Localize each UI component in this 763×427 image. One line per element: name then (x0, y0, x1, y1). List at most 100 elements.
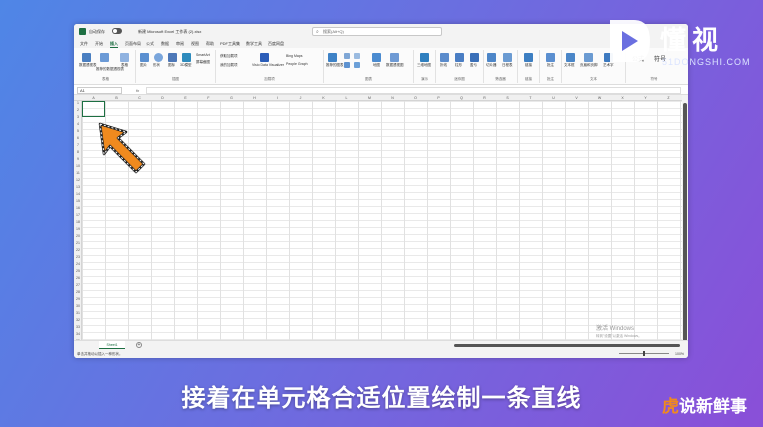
column-header[interactable]: P (427, 96, 450, 100)
column-header[interactable]: U (542, 96, 565, 100)
column-header[interactable]: C (128, 96, 151, 100)
row-header[interactable]: 1 (74, 101, 82, 105)
column-header[interactable]: V (565, 96, 588, 100)
row-header[interactable]: 9 (74, 157, 82, 161)
tab-view[interactable]: 视图 (191, 41, 199, 47)
autosave-toggle[interactable] (112, 28, 122, 34)
row-header[interactable]: 2 (74, 108, 82, 112)
row-header[interactable]: 23 (74, 255, 82, 259)
row-header[interactable]: 22 (74, 248, 82, 252)
tab-home[interactable]: 开始 (95, 41, 103, 47)
zoom-slider[interactable] (619, 351, 669, 356)
column-header[interactable]: K (312, 96, 335, 100)
row-header[interactable]: 18 (74, 220, 82, 224)
horizontal-scrollbar[interactable] (454, 344, 680, 347)
tab-formulas[interactable]: 公式 (146, 41, 154, 47)
row-header[interactable]: 26 (74, 276, 82, 280)
vertical-scrollbar[interactable] (682, 95, 688, 347)
column-chart-icon[interactable] (344, 53, 350, 59)
cell-grid[interactable] (82, 101, 682, 347)
tab-help[interactable]: 帮助 (206, 41, 214, 47)
column-header[interactable]: W (588, 96, 611, 100)
row-header[interactable]: 29 (74, 297, 82, 301)
column-header[interactable]: H (243, 96, 266, 100)
row-header[interactable]: 15 (74, 199, 82, 203)
sparkline-column-icon[interactable] (455, 53, 464, 62)
row-header[interactable]: 7 (74, 143, 82, 147)
selected-cell-a1[interactable] (82, 101, 105, 117)
column-header[interactable]: M (358, 96, 381, 100)
zoom-level[interactable]: 100% (675, 352, 684, 356)
column-header[interactable]: A (82, 96, 105, 100)
row-header[interactable]: 5 (74, 129, 82, 133)
pivot-chart-icon[interactable] (390, 53, 399, 62)
recommended-charts-icon[interactable] (328, 53, 337, 62)
column-header[interactable]: F (197, 96, 220, 100)
column-header[interactable]: S (496, 96, 519, 100)
line-chart-icon[interactable] (354, 53, 360, 59)
pie-chart-icon[interactable] (344, 62, 350, 68)
column-header[interactable]: N (381, 96, 404, 100)
row-header[interactable]: 34 (74, 332, 82, 336)
row-header[interactable]: 21 (74, 241, 82, 245)
formula-input[interactable] (146, 87, 681, 94)
slicer-icon[interactable] (487, 53, 496, 62)
row-header[interactable]: 16 (74, 206, 82, 210)
screenshot-label[interactable]: 屏幕截图 (196, 60, 210, 65)
add-sheet-button[interactable]: + (136, 342, 142, 348)
3d-model-icon[interactable] (182, 53, 191, 62)
textbox-icon[interactable] (566, 53, 575, 62)
row-header[interactable]: 33 (74, 325, 82, 329)
tab-file[interactable]: 文件 (80, 41, 88, 47)
column-header[interactable]: J (289, 96, 312, 100)
sparkline-line-icon[interactable] (440, 53, 449, 62)
row-header[interactable]: 11 (74, 171, 82, 175)
picture-icon[interactable] (140, 53, 149, 62)
row-header[interactable]: 31 (74, 311, 82, 315)
tab-math-tools[interactable]: 数学工具 (246, 41, 262, 47)
map-icon[interactable] (372, 53, 381, 62)
row-header[interactable]: 8 (74, 150, 82, 154)
column-header[interactable]: Y (634, 96, 657, 100)
row-header[interactable]: 17 (74, 213, 82, 217)
column-header[interactable]: D (151, 96, 174, 100)
column-header[interactable]: G (220, 96, 243, 100)
row-header[interactable]: 24 (74, 262, 82, 266)
tab-review[interactable]: 审阅 (176, 41, 184, 47)
row-header[interactable]: 14 (74, 192, 82, 196)
row-header[interactable]: 32 (74, 318, 82, 322)
sparkline-winloss-icon[interactable] (470, 53, 479, 62)
tab-insert[interactable]: 插入 (110, 41, 118, 48)
row-header[interactable]: 13 (74, 185, 82, 189)
comment-icon[interactable] (546, 53, 555, 62)
visio-icon[interactable] (260, 53, 269, 62)
icons-icon[interactable] (168, 53, 177, 62)
tab-data[interactable]: 数据 (161, 41, 169, 47)
link-icon[interactable] (524, 53, 533, 62)
row-header[interactable]: 4 (74, 122, 82, 126)
column-header[interactable]: E (174, 96, 197, 100)
name-box[interactable]: A1 (77, 87, 122, 94)
timeline-icon[interactable] (503, 53, 512, 62)
table-icon[interactable] (120, 53, 129, 62)
column-header[interactable]: I (266, 96, 289, 100)
row-header[interactable]: 10 (74, 164, 82, 168)
column-header[interactable]: L (335, 96, 358, 100)
bing-maps-label[interactable]: Bing Maps (286, 54, 303, 58)
column-header[interactable]: Q (450, 96, 473, 100)
row-header[interactable]: 6 (74, 136, 82, 140)
row-header[interactable]: 12 (74, 178, 82, 182)
column-header[interactable]: O (404, 96, 427, 100)
vertical-scroll-thumb[interactable] (683, 103, 687, 343)
get-addins-label[interactable]: 获取加载项 (220, 54, 238, 59)
sheet-tab-sheet1[interactable]: Sheet1 (99, 341, 125, 349)
search-input[interactable]: ⌕ 搜索(Alt+Q) (312, 27, 442, 36)
tab-baidu-netdisk[interactable]: 百度网盘 (268, 41, 284, 47)
smartart-label[interactable]: SmartArt (196, 53, 210, 57)
column-header[interactable]: Z (657, 96, 680, 100)
row-header[interactable]: 28 (74, 290, 82, 294)
column-header[interactable]: B (105, 96, 128, 100)
column-header[interactable]: X (611, 96, 634, 100)
row-header[interactable]: 30 (74, 304, 82, 308)
row-header[interactable]: 27 (74, 283, 82, 287)
